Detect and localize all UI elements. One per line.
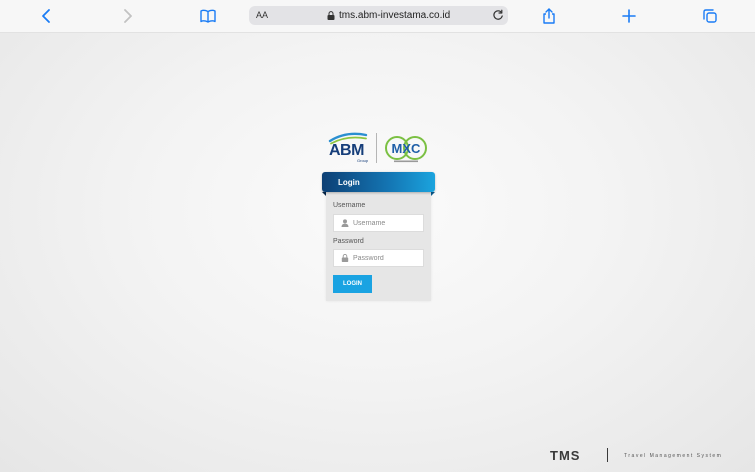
mxc-logo: MXC [385,136,427,163]
username-input[interactable] [353,217,421,229]
logo-area: ABM Group MXC [326,129,434,169]
back-arrow-icon[interactable] [38,7,56,25]
forward-arrow-icon[interactable] [118,7,136,25]
reload-icon[interactable] [492,9,504,21]
header-fold-right [431,192,435,196]
footer-divider [607,448,608,462]
login-title: Login [338,178,360,187]
username-field[interactable] [333,214,424,232]
user-icon [341,219,349,227]
lock-icon [341,254,349,262]
text-size-button[interactable]: AA [256,10,268,20]
login-header: Login [322,172,435,192]
username-label: Username [333,202,366,209]
browser-toolbar: AA tms.abm-investama.co.id [0,0,755,33]
abm-group-text: Group [357,158,369,163]
new-tab-plus-icon[interactable] [620,7,638,25]
password-field[interactable] [333,249,424,267]
logo-divider [376,133,377,163]
svg-text:MXC: MXC [392,141,422,156]
bookmarks-book-icon[interactable] [199,7,217,25]
address-bar[interactable]: AA tms.abm-investama.co.id [249,6,508,25]
login-button[interactable]: LOGIN [333,275,372,293]
tms-brand: TMS [550,448,581,463]
lock-icon [327,11,335,20]
tms-tagline: Travel Management System [624,453,723,459]
header-fold-left [322,192,326,196]
url-text: tms.abm-investama.co.id [339,10,451,21]
password-input[interactable] [353,252,421,264]
password-label: Password [333,238,364,245]
tabs-overview-icon[interactable] [701,7,719,25]
share-icon[interactable] [540,7,558,25]
